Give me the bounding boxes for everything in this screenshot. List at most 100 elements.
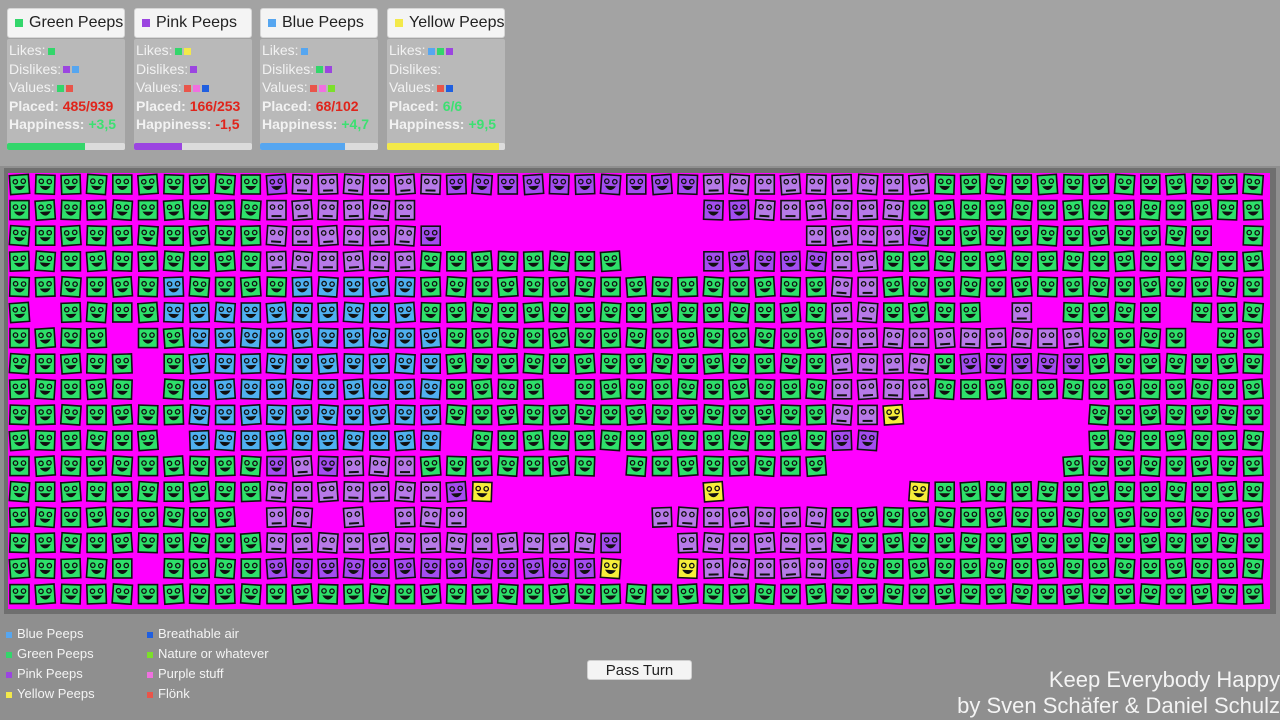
peep-tile[interactable]	[60, 301, 82, 324]
peep-tile[interactable]	[137, 224, 159, 247]
peep-tile[interactable]	[676, 455, 699, 478]
peep-tile[interactable]	[625, 378, 647, 400]
peep-tile[interactable]	[908, 480, 930, 503]
peep-tile[interactable]	[856, 557, 879, 580]
peep-tile[interactable]	[1113, 250, 1136, 273]
peep-tile[interactable]	[1087, 480, 1110, 503]
peep-tile[interactable]	[85, 199, 108, 221]
peep-tile[interactable]	[317, 327, 339, 349]
peep-tile[interactable]	[1088, 506, 1110, 528]
peep-tile[interactable]	[651, 429, 673, 452]
peep-tile[interactable]	[111, 531, 134, 554]
peep-tile[interactable]	[137, 404, 159, 426]
peep-tile[interactable]	[908, 301, 930, 324]
peep-tile[interactable]	[1242, 404, 1264, 426]
peep-tile[interactable]	[8, 429, 31, 452]
peep-tile[interactable]	[163, 225, 184, 247]
peep-sad-tile[interactable]	[266, 199, 287, 221]
peep-tile[interactable]	[985, 481, 1007, 503]
peep-tile[interactable]	[420, 276, 442, 298]
peep-tile[interactable]	[1011, 353, 1033, 375]
peep-tile[interactable]	[239, 327, 262, 350]
peep-tile[interactable]	[342, 429, 365, 452]
peep-tile[interactable]	[291, 557, 313, 580]
peep-tile[interactable]	[317, 583, 339, 605]
peep-tile[interactable]	[59, 480, 82, 503]
peep-tile[interactable]	[985, 583, 1007, 605]
peep-tile[interactable]	[1113, 225, 1136, 247]
peep-tile[interactable]	[214, 301, 237, 324]
peep-tile[interactable]	[960, 506, 981, 528]
peep-tile[interactable]	[137, 276, 159, 298]
peep-tile[interactable]	[188, 557, 211, 580]
peep-tile[interactable]	[1087, 531, 1110, 554]
peep-tile[interactable]	[291, 276, 313, 298]
peep-tile[interactable]	[420, 429, 442, 452]
peep-sad-tile[interactable]	[291, 199, 314, 222]
peep-tile[interactable]	[291, 429, 313, 452]
peep-tile[interactable]	[702, 480, 725, 503]
peep-sad-tile[interactable]	[420, 481, 442, 503]
peep-tile[interactable]	[599, 250, 622, 273]
peep-sad-tile[interactable]	[805, 532, 827, 554]
peep-tile[interactable]	[548, 173, 570, 196]
peep-tile[interactable]	[548, 327, 571, 350]
peep-tile[interactable]	[1216, 301, 1239, 324]
peep-tile[interactable]	[522, 173, 545, 196]
peep-sad-tile[interactable]	[419, 506, 442, 529]
peep-tile[interactable]	[1191, 173, 1213, 196]
peep-tile[interactable]	[85, 557, 108, 580]
peep-tile[interactable]	[1191, 225, 1212, 247]
peep-tile[interactable]	[1216, 557, 1239, 580]
peep-tile[interactable]	[779, 378, 802, 400]
peep-tile[interactable]	[1062, 378, 1085, 401]
peep-tile[interactable]	[1191, 276, 1213, 298]
peep-tile[interactable]	[240, 481, 262, 503]
peep-tile[interactable]	[85, 301, 108, 324]
peep-sad-tile[interactable]	[291, 250, 314, 273]
peep-sad-tile[interactable]	[882, 378, 904, 400]
peep-tile[interactable]	[445, 275, 468, 298]
peep-tile[interactable]	[497, 430, 519, 451]
peep-tile[interactable]	[754, 250, 776, 272]
peep-tile[interactable]	[1114, 276, 1135, 298]
peep-tile[interactable]	[702, 583, 725, 605]
peep-tile[interactable]	[574, 301, 596, 324]
peep-tile[interactable]	[1139, 531, 1162, 554]
peep-tile[interactable]	[85, 173, 108, 196]
peep-tile[interactable]	[702, 275, 725, 298]
peep-tile[interactable]	[1242, 327, 1264, 349]
peep-tile[interactable]	[702, 403, 725, 426]
peep-sad-tile[interactable]	[908, 378, 930, 400]
peep-tile[interactable]	[8, 352, 31, 375]
peep-tile[interactable]	[8, 480, 31, 503]
peep-tile[interactable]	[677, 173, 699, 196]
peep-tile[interactable]	[1113, 353, 1136, 375]
peep-tile[interactable]	[497, 558, 519, 579]
peep-tile[interactable]	[1036, 557, 1059, 580]
peep-tile[interactable]	[8, 250, 31, 272]
peep-tile[interactable]	[394, 404, 416, 426]
peep-tile[interactable]	[805, 429, 827, 452]
peep-tile[interactable]	[1037, 199, 1058, 221]
peep-tile[interactable]	[1190, 506, 1213, 529]
peep-tile[interactable]	[1113, 506, 1136, 529]
peep-tile[interactable]	[522, 301, 545, 324]
peep-tile[interactable]	[419, 327, 442, 350]
peep-tile[interactable]	[368, 302, 390, 323]
peep-tile[interactable]	[342, 378, 365, 401]
peep-tile[interactable]	[548, 557, 570, 580]
peep-tile[interactable]	[933, 199, 956, 222]
peep-tile[interactable]	[497, 250, 519, 272]
peep-tile[interactable]	[316, 352, 339, 375]
peep-tile[interactable]	[1036, 480, 1059, 503]
peep-sad-tile[interactable]	[908, 173, 930, 196]
peep-tile[interactable]	[188, 403, 211, 426]
peep-sad-tile[interactable]	[316, 480, 339, 503]
peep-tile[interactable]	[1062, 250, 1085, 273]
peep-tile[interactable]	[1010, 583, 1033, 606]
peep-tile[interactable]	[1010, 275, 1033, 298]
peep-tile[interactable]	[934, 225, 956, 247]
peep-tile[interactable]	[805, 276, 827, 298]
peep-tile[interactable]	[162, 455, 185, 478]
